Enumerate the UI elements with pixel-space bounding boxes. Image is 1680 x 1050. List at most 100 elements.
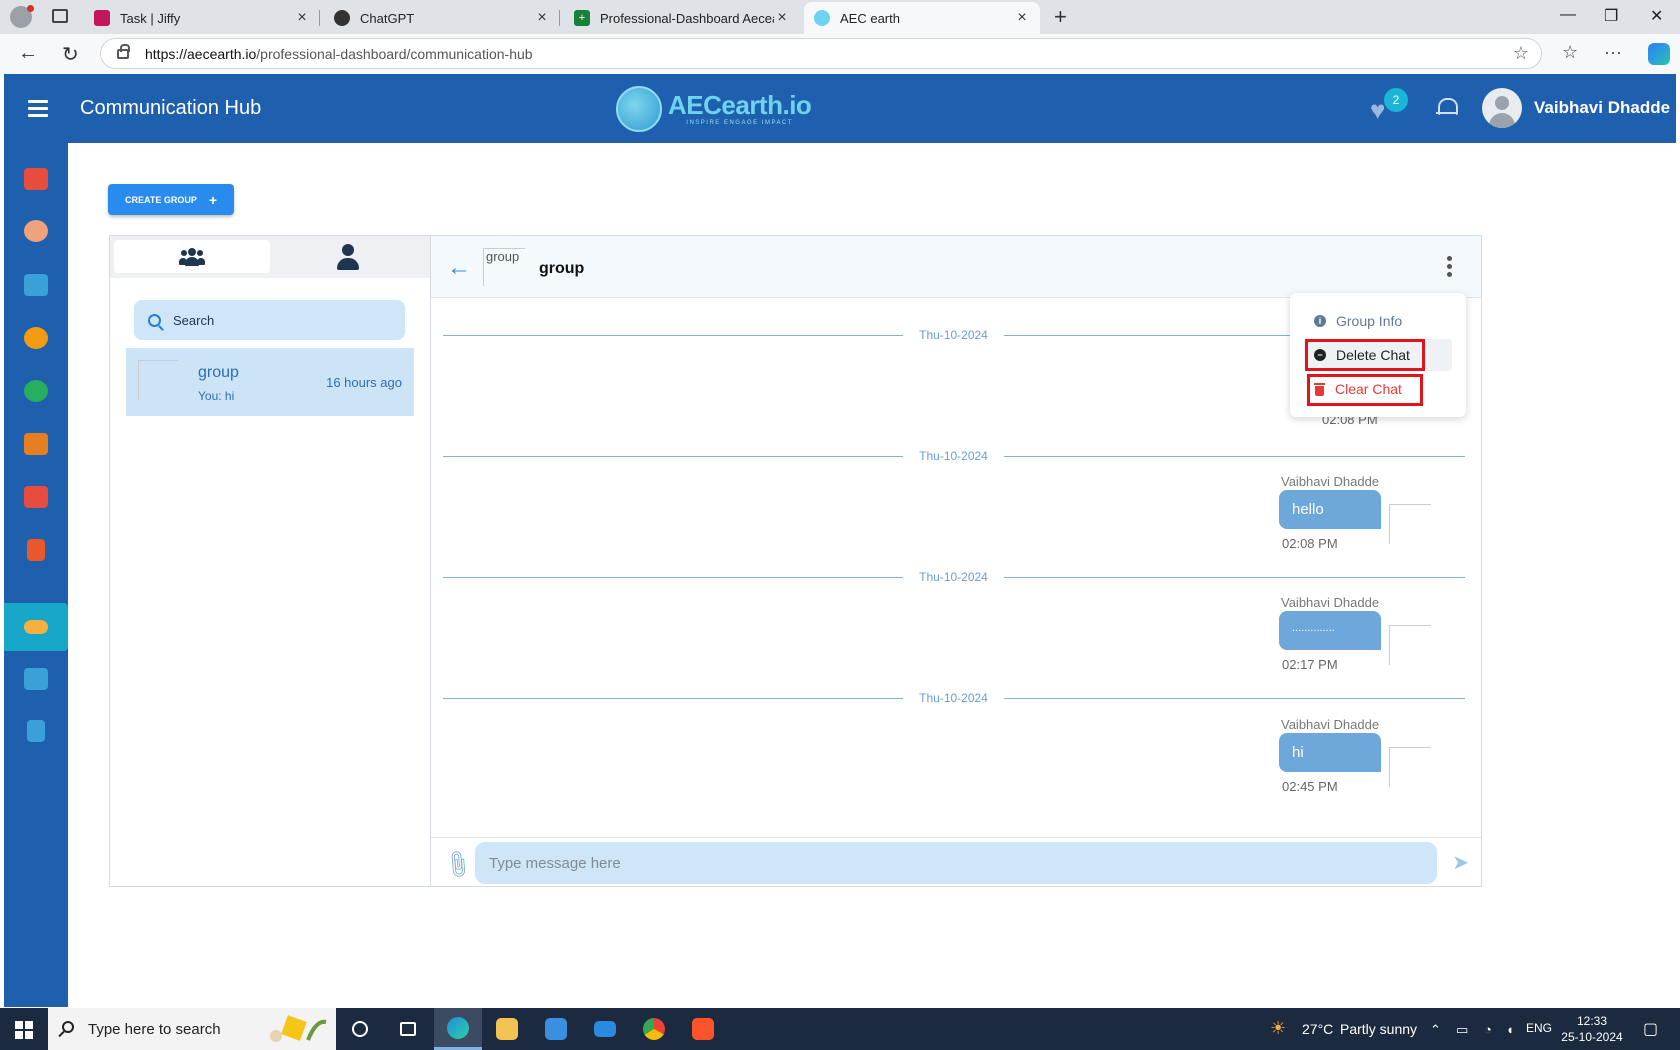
date-label: Thu-10-2024: [919, 570, 988, 584]
tab-chatgpt[interactable]: ChatGPT ×: [324, 2, 560, 34]
sidebar: [4, 143, 68, 1007]
edge-taskbar-icon[interactable]: [434, 1008, 482, 1050]
more-vert-icon[interactable]: [1447, 256, 1453, 280]
group-avatar: [138, 360, 178, 400]
back-arrow-icon[interactable]: ←: [447, 254, 471, 282]
tab-individual[interactable]: [270, 240, 426, 273]
close-icon[interactable]: ×: [1014, 9, 1030, 27]
message-sender: Vaibhavi Dhadde: [1281, 474, 1380, 489]
create-group-button[interactable]: CREATE GROUP +: [108, 184, 234, 215]
page-title: Communication Hub: [80, 97, 262, 119]
menu-icon[interactable]: [28, 100, 48, 118]
tab-professional-dashboard[interactable]: + Professional-Dashboard Aecearth ×: [564, 2, 800, 34]
globe-icon: [616, 86, 662, 132]
send-icon[interactable]: ➤: [1452, 850, 1469, 875]
tab-groups[interactable]: [114, 240, 270, 273]
list-item[interactable]: group You: hi 16 hours ago: [126, 348, 414, 416]
clock-time: 12:33: [1576, 1014, 1608, 1028]
weather-text[interactable]: Partly sunny: [1340, 1021, 1417, 1037]
sidebar-item-communication[interactable]: [4, 603, 68, 651]
wifi-icon[interactable]: ◔: [1484, 1022, 1492, 1037]
clock-date: 25-10-2024: [1561, 1030, 1623, 1044]
sidebar-item-settings[interactable]: [4, 314, 68, 362]
system-clock[interactable]: 12:33 25-10-2024: [1554, 1013, 1630, 1045]
chat-panel: Search group You: hi 16 hours ago ← grou…: [109, 235, 1482, 887]
message-sender: Vaibhavi Dhadde: [1281, 595, 1380, 610]
file-explorer-icon[interactable]: [483, 1008, 531, 1050]
url-path: /professional-dashboard/communication-hu…: [256, 45, 533, 62]
close-window-button[interactable]: ✕: [1650, 6, 1663, 26]
store-taskbar-icon[interactable]: [532, 1008, 580, 1050]
back-button[interactable]: ←: [18, 42, 38, 65]
date-label: Thu-10-2024: [919, 691, 988, 705]
message-bubble[interactable]: hi: [1279, 733, 1381, 772]
more-options-icon[interactable]: ···: [1604, 42, 1622, 63]
minimize-button[interactable]: —: [1560, 6, 1576, 24]
aecearth-logo[interactable]: AECearth.io INSPIRE ENGAGE IMPACT: [616, 86, 812, 132]
favorites-badge: 2: [1384, 88, 1408, 112]
aec-globe-icon: [814, 10, 830, 26]
message-bubble[interactable]: ..............: [1279, 611, 1381, 650]
document-icon: [27, 720, 45, 742]
sidebar-item-professional[interactable]: [4, 367, 68, 415]
mail-icon[interactable]: [581, 1008, 629, 1050]
chrome-icon[interactable]: [630, 1008, 678, 1050]
windows-start-icon[interactable]: [15, 1021, 33, 1039]
user-name[interactable]: Vaibhavi Dhadde: [1534, 98, 1670, 118]
sidebar-item-documents[interactable]: [4, 707, 68, 755]
gear-icon: [24, 327, 48, 349]
chat-time: 16 hours ago: [326, 375, 402, 390]
bell-icon[interactable]: [1436, 96, 1458, 118]
lock-icon: [117, 43, 130, 59]
network-icon[interactable]: ▭: [1456, 1022, 1468, 1038]
star-icon[interactable]: ☆: [1513, 43, 1529, 64]
message-bubble[interactable]: hello: [1279, 490, 1381, 529]
new-tab-button[interactable]: +: [1054, 4, 1067, 30]
sidebar-item-store[interactable]: [4, 261, 68, 309]
sidebar-item-contacts[interactable]: [4, 526, 68, 574]
store-icon: [24, 274, 48, 296]
message-input[interactable]: [475, 842, 1437, 884]
reload-button[interactable]: ↻: [62, 42, 79, 67]
message-time: 02:45 PM: [1282, 779, 1338, 794]
search-input[interactable]: Search: [134, 300, 405, 340]
volume-icon[interactable]: ◖: [1506, 1022, 1514, 1037]
sidebar-item-list[interactable]: [4, 655, 68, 703]
chevron-up-icon[interactable]: ⌃: [1430, 1022, 1441, 1038]
sidebar-item-gallery[interactable]: [4, 420, 68, 468]
avatar[interactable]: [1482, 88, 1522, 128]
sidebar-item-home[interactable]: [4, 155, 68, 203]
tab-actions-icon[interactable]: [52, 9, 68, 23]
favorites-icon[interactable]: ☆: [1562, 42, 1578, 63]
tab-task-jiffy[interactable]: Task | Jiffy ×: [84, 2, 320, 34]
paperclip-icon[interactable]: 📎︎: [440, 847, 476, 882]
brave-icon[interactable]: [679, 1008, 727, 1050]
tab-title: Professional-Dashboard Aecearth: [600, 10, 774, 26]
sidebar-item-profile[interactable]: [4, 207, 68, 255]
copilot-icon[interactable]: [1648, 43, 1670, 65]
sender-avatar: [1389, 747, 1431, 787]
gallery-icon: [24, 433, 48, 455]
browser-tab-strip: Task | Jiffy × ChatGPT × + Professional-…: [0, 0, 1680, 34]
browser-profile-icon[interactable]: [10, 5, 34, 28]
group-info-menu-item[interactable]: i Group Info: [1304, 305, 1452, 337]
restore-button[interactable]: ❐: [1604, 6, 1618, 26]
tab-title: AEC earth: [840, 10, 900, 26]
notification-icon[interactable]: ▢: [1643, 1019, 1658, 1039]
close-icon[interactable]: ×: [294, 9, 310, 27]
close-icon[interactable]: ×: [534, 9, 550, 27]
address-bar[interactable]: https://aecearth.io /professional-dashbo…: [100, 38, 1542, 69]
search-icon: [62, 1021, 74, 1033]
language-indicator[interactable]: ENG: [1526, 1021, 1552, 1035]
tab-aec-earth[interactable]: AEC earth ×: [804, 2, 1040, 34]
conversation-tabs: [110, 236, 430, 278]
sheets-icon: +: [574, 10, 590, 26]
close-icon[interactable]: ×: [774, 9, 790, 27]
weather-icon: ☀: [1270, 1018, 1287, 1038]
chat-header: ← group group: [431, 236, 1481, 298]
chat-title: group: [539, 260, 585, 277]
task-view-icon[interactable]: [336, 1008, 384, 1050]
sidebar-item-calendar[interactable]: [4, 473, 68, 521]
weather-temp[interactable]: 27°C: [1302, 1021, 1333, 1037]
widgets-icon[interactable]: [384, 1008, 432, 1050]
